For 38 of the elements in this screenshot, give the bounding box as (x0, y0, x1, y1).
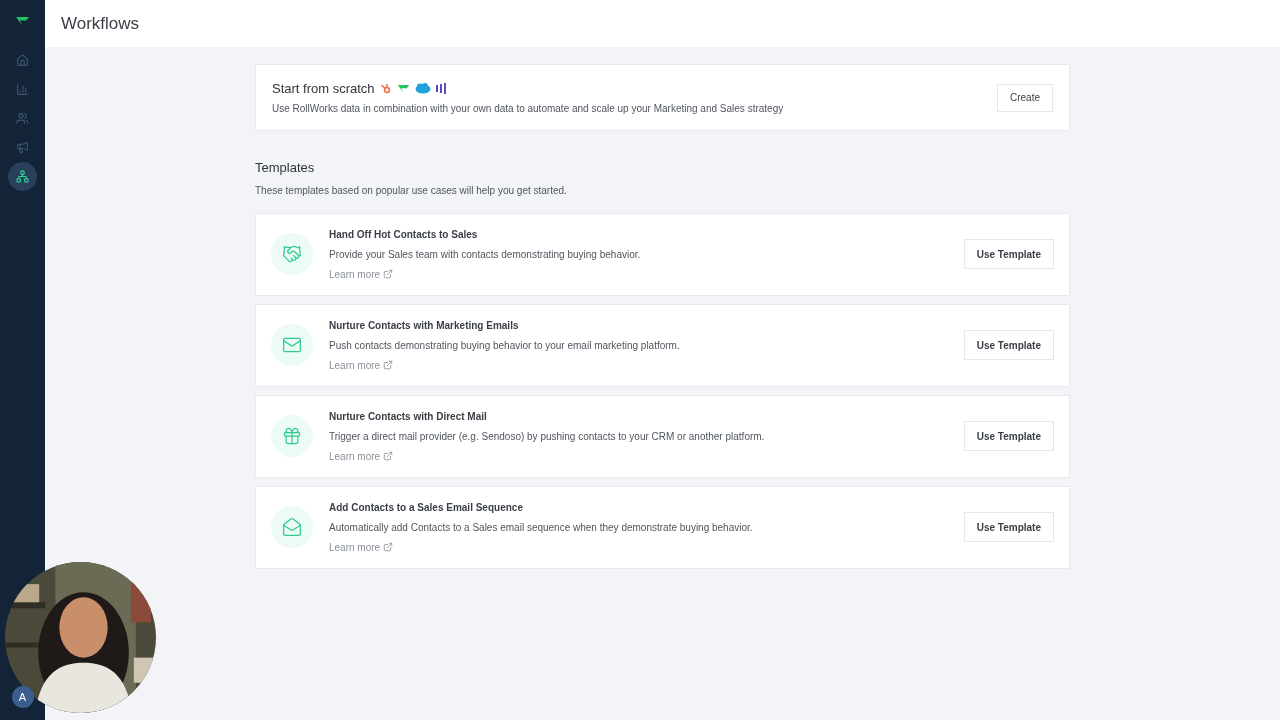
chevron-logo-icon (396, 83, 410, 94)
megaphone-icon (16, 141, 29, 154)
open-envelope-icon (282, 517, 302, 537)
template-description: Trigger a direct mail provider (e.g. Sendoso) by pushing contacts to your CRM or another platform. (329, 429, 766, 444)
card-title: Start from scratch (272, 79, 375, 98)
template-title: Nurture Contacts with Marketing Emails (329, 318, 520, 333)
people-icon (16, 112, 29, 125)
external-link-icon (383, 542, 394, 552)
handshake-icon (282, 244, 302, 264)
home-icon (16, 54, 29, 67)
section-title: Templates (255, 159, 316, 177)
card-description: Use RollWorks data in combination with your own data to automate and scale up your Marketing and Sales strategy (272, 102, 784, 117)
section-subtitle: These templates based on popular use cases will help you get started. (255, 183, 568, 198)
cloud-icon (414, 83, 431, 94)
sidebar-item[interactable] (8, 162, 37, 191)
chart-icon (16, 83, 29, 96)
avatar[interactable]: A (11, 686, 34, 708)
external-link-icon (383, 360, 394, 370)
workflow-icon (16, 170, 29, 183)
use-template-button[interactable]: Use Template (963, 421, 1054, 451)
use-template-button[interactable]: Use Template (963, 239, 1054, 269)
create-button[interactable]: Create (997, 83, 1053, 112)
envelope-icon (282, 335, 302, 355)
page-title: Workflows (61, 12, 140, 35)
bars-icon (435, 83, 446, 94)
external-link-icon (383, 269, 394, 279)
logo-icon (15, 16, 30, 27)
template-description: Push contacts demonstrating buying behavior to your email marketing platform. (329, 338, 681, 353)
use-template-button[interactable]: Use Template (963, 330, 1054, 360)
template-title: Hand Off Hot Contacts to Sales (329, 227, 479, 242)
template-description: Automatically add Contacts to a Sales email sequence when they demonstrate buying behavior. (329, 520, 754, 535)
use-template-button[interactable]: Use Template (963, 512, 1054, 542)
external-link-icon (383, 451, 394, 461)
template-description: Provide your Sales team with contacts demonstrating buying behavior. (329, 247, 642, 262)
gift-icon (282, 426, 302, 446)
template-title: Add Contacts to a Sales Email Sequence (329, 500, 524, 515)
template-title: Nurture Contacts with Direct Mail (329, 409, 488, 424)
sprocket-icon (379, 82, 392, 95)
